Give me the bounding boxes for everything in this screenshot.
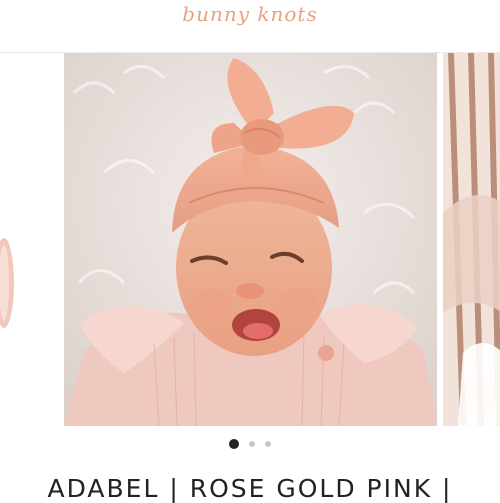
- baby-headwrap-image: [64, 53, 437, 426]
- brand-logo[interactable]: bunny knots: [0, 2, 500, 26]
- carousel-slide-next[interactable]: [443, 53, 500, 426]
- carousel-slide-main[interactable]: [64, 53, 437, 426]
- carousel-dot-2[interactable]: [249, 441, 255, 447]
- site-header: bunny knots: [0, 0, 500, 53]
- carousel-slide-previous[interactable]: [0, 53, 15, 426]
- carousel-pagination: [0, 439, 500, 449]
- carousel-dot-3[interactable]: [265, 441, 271, 447]
- carousel-dot-1[interactable]: [229, 439, 239, 449]
- product-title: ADABEL | ROSE GOLD PINK |: [47, 474, 453, 503]
- product-image-carousel[interactable]: [0, 53, 500, 428]
